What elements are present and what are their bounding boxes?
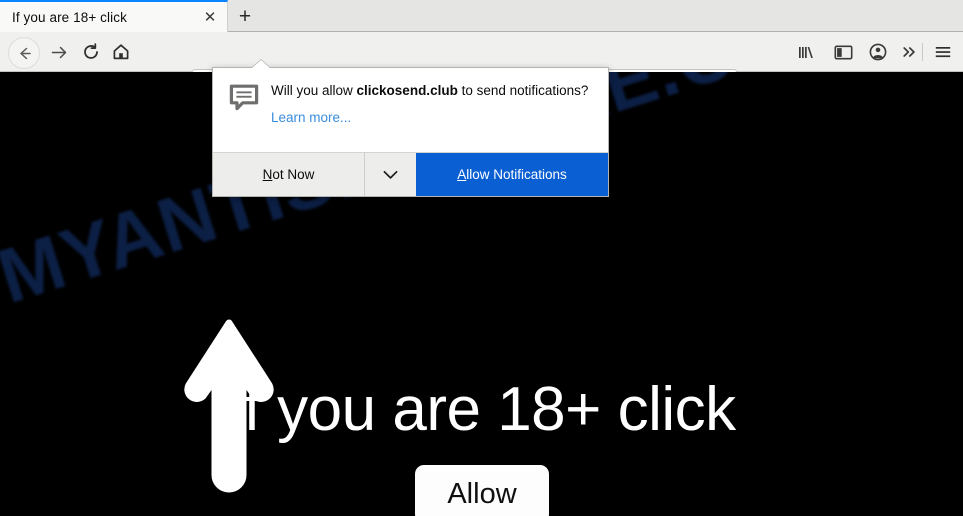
popup-message-domain: clickosend.club xyxy=(356,83,458,98)
not-now-label: ot Now xyxy=(272,167,315,182)
browser-tab-active[interactable]: If you are 18+ click ✕ xyxy=(0,0,228,32)
allow-label: llow Notifications xyxy=(466,167,567,182)
navigation-toolbar: https://clickosend.club/?p=g5qwcnjyga5gi… xyxy=(0,32,963,99)
popup-message: Will you allow clickosend.club to send n… xyxy=(271,82,594,100)
notification-bubble-icon xyxy=(229,82,271,152)
account-icon[interactable] xyxy=(863,37,893,67)
popup-message-prefix: Will you allow xyxy=(271,83,357,98)
overflow-icon[interactable] xyxy=(895,37,925,67)
notification-permission-popup: Will you allow clickosend.club to send n… xyxy=(212,67,609,197)
library-icon[interactable] xyxy=(791,37,821,67)
close-icon[interactable]: ✕ xyxy=(197,4,223,30)
allow-button[interactable]: Allow xyxy=(415,465,549,516)
menu-icon[interactable] xyxy=(928,37,958,67)
reload-icon[interactable] xyxy=(76,37,106,67)
popup-text-wrap: Will you allow clickosend.club to send n… xyxy=(271,82,594,152)
not-now-accesskey: N xyxy=(262,167,273,182)
new-tab-button[interactable]: + xyxy=(231,3,259,30)
popup-message-suffix: to send notifications? xyxy=(457,83,589,98)
chevron-down-icon[interactable] xyxy=(364,153,416,196)
toolbar-divider xyxy=(922,43,923,61)
page-headline: If you are 18+ click xyxy=(227,375,736,444)
tab-title: If you are 18+ click xyxy=(12,9,127,25)
tab-strip: If you are 18+ click ✕ + xyxy=(0,0,963,32)
back-arrow-icon[interactable] xyxy=(8,37,40,69)
forward-arrow-icon[interactable] xyxy=(43,37,73,67)
allow-accesskey: A xyxy=(457,167,467,182)
popup-body: Will you allow clickosend.club to send n… xyxy=(213,68,608,152)
not-now-button[interactable]: Not Now xyxy=(213,153,364,196)
popup-footer: Not Now Allow Notifications xyxy=(213,152,608,196)
allow-notifications-button[interactable]: Allow Notifications xyxy=(416,153,608,196)
popup-pointer xyxy=(252,60,270,68)
browser-window: If you are 18+ click ✕ + If you are 18+ … xyxy=(0,0,963,516)
home-icon[interactable] xyxy=(106,37,136,67)
sidebar-icon[interactable] xyxy=(828,37,858,67)
learn-more-link[interactable]: Learn more... xyxy=(271,110,351,125)
